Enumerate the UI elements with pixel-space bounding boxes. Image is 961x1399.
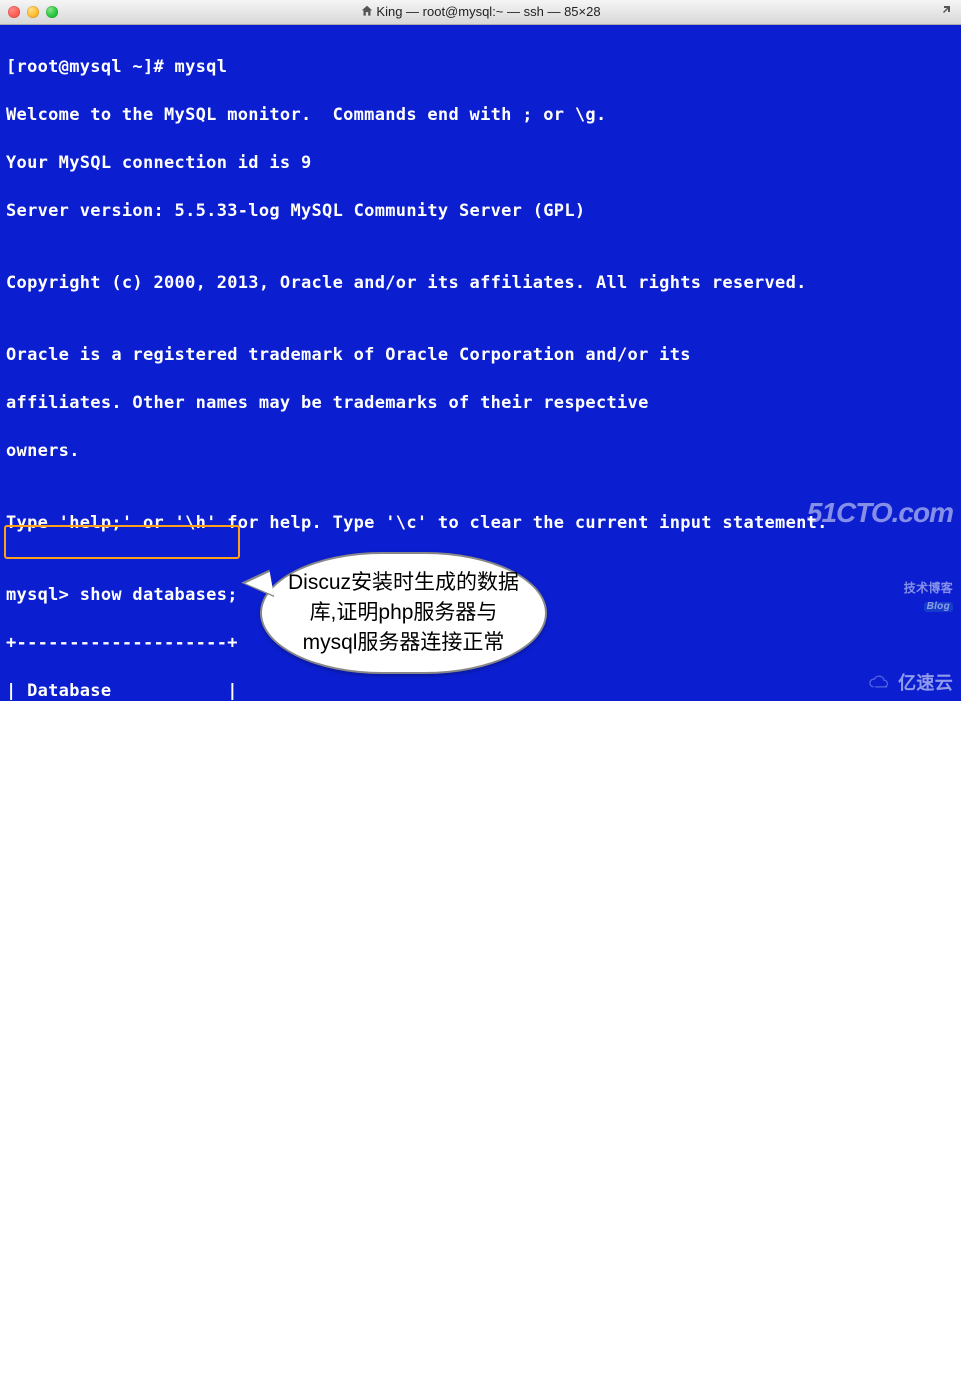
- terminal-line: mysql>: [6, 1135, 955, 1159]
- terminal-line: | performance_schema |: [6, 871, 955, 895]
- terminal-line: [root@mysql ~]# mysql: [6, 55, 955, 79]
- watermark-51cto-tag: Blog: [924, 602, 953, 612]
- home-icon: [360, 4, 374, 21]
- terminal-line: Your MySQL connection id is 9: [6, 151, 955, 175]
- watermark-51cto-sub: 技术博客: [904, 581, 953, 595]
- terminal[interactable]: [root@mysql ~]# mysql Welcome to the MyS…: [0, 25, 961, 701]
- terminal-line: +--------------------+: [6, 1015, 955, 1039]
- watermark-yisu-text: 亿速云: [898, 671, 953, 695]
- window-title-text: King — root@mysql:~ — ssh — 85×28: [376, 4, 600, 19]
- terminal-line: | information_schema |: [6, 775, 955, 799]
- terminal-line: Server version: 5.5.33-log MySQL Communi…: [6, 199, 955, 223]
- terminal-line: 5 rows in set (0.00 sec): [6, 1063, 955, 1087]
- terminal-line: owners.: [6, 439, 955, 463]
- terminal-line: | ultrax |: [6, 967, 955, 991]
- minimize-window-button[interactable]: [27, 6, 39, 18]
- traffic-lights: [0, 6, 58, 18]
- terminal-line: | mysql |: [6, 823, 955, 847]
- terminal-line: | test |: [6, 919, 955, 943]
- expand-icon[interactable]: [941, 2, 955, 16]
- terminal-line: Welcome to the MySQL monitor. Commands e…: [6, 103, 955, 127]
- window-right-controls: [941, 2, 955, 16]
- watermark-51cto: 51CTO.com 技术博客 Blog: [807, 465, 953, 663]
- cloud-icon: [866, 674, 892, 692]
- window-titlebar: King — root@mysql:~ — ssh — 85×28: [0, 0, 961, 25]
- terminal-line: | Database |: [6, 679, 955, 703]
- terminal-line: Oracle is a registered trademark of Orac…: [6, 343, 955, 367]
- close-window-button[interactable]: [8, 6, 20, 18]
- watermark-yisu: 亿速云: [866, 671, 953, 695]
- terminal-line: Copyright (c) 2000, 2013, Oracle and/or …: [6, 271, 955, 295]
- watermark-51cto-main: 51CTO.com: [807, 499, 953, 527]
- terminal-line: affiliates. Other names may be trademark…: [6, 391, 955, 415]
- window-title: King — root@mysql:~ — ssh — 85×28: [0, 4, 961, 21]
- zoom-window-button[interactable]: [46, 6, 58, 18]
- terminal-line: +--------------------+: [6, 727, 955, 751]
